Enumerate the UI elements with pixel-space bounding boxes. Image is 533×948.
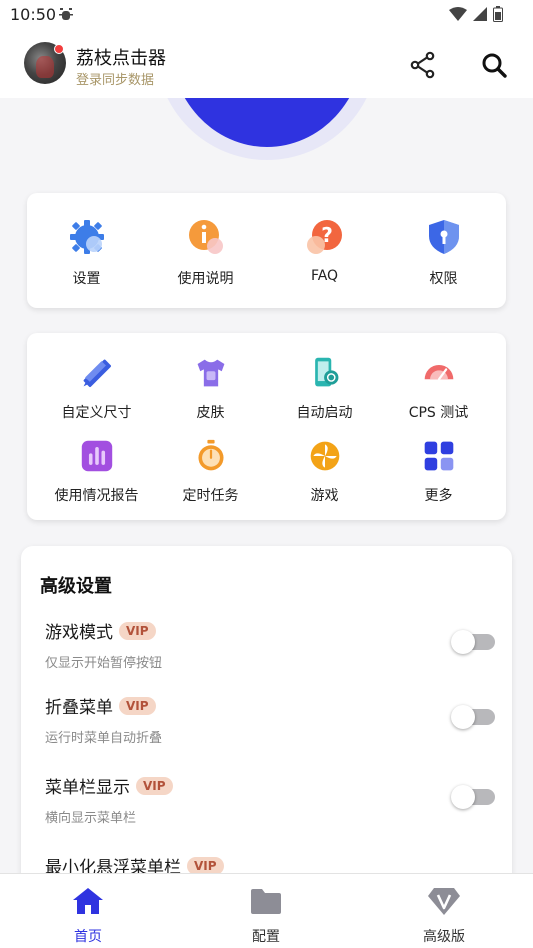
quick-faq[interactable]: ? FAQ xyxy=(265,218,384,284)
quick-instructions-label: 使用说明 xyxy=(177,271,234,287)
shield-icon xyxy=(428,220,459,254)
tools-card: 自定义尺寸 皮肤 自动启动 CPS 测试 使用情况报告 定时任务 游戏 更多 xyxy=(27,333,506,520)
question-icon: ? xyxy=(306,220,342,254)
quick-instructions[interactable]: 使用说明 xyxy=(146,218,265,288)
tool-autostart[interactable]: 自动启动 xyxy=(265,356,384,422)
setting-desc: 仅显示开始暂停按钮 xyxy=(45,656,163,671)
vip-badge: VIP xyxy=(119,621,156,640)
quick-settings[interactable]: 设置 xyxy=(27,218,146,288)
app-title: 荔枝点击器 xyxy=(76,48,166,69)
status-time: 10:50 xyxy=(10,5,57,24)
app-header: 荔枝点击器 登录同步数据 xyxy=(0,30,533,98)
tool-cps-test[interactable]: CPS 测试 xyxy=(379,356,498,422)
setting-fold-menu: 折叠菜单 VIP 运行时菜单自动折叠 xyxy=(45,693,495,753)
tshirt-icon xyxy=(197,359,224,387)
phone-autostart-icon xyxy=(314,357,338,387)
tool-timed-task[interactable]: 定时任务 xyxy=(151,439,270,505)
battery-icon xyxy=(493,6,503,22)
vip-badge: VIP xyxy=(119,696,156,715)
wifi-icon xyxy=(449,7,467,21)
nav-config[interactable]: 配置 xyxy=(216,886,316,946)
signal-icon xyxy=(473,7,487,21)
status-bar: 10:50 xyxy=(0,0,533,30)
setting-desc: 横向显示菜单栏 xyxy=(45,811,137,826)
vip-badge: VIP xyxy=(187,856,224,875)
notification-bug-icon xyxy=(59,8,73,20)
gear-icon xyxy=(69,220,104,254)
login-sync-link[interactable]: 登录同步数据 xyxy=(76,69,154,88)
pinwheel-icon xyxy=(310,441,339,471)
share-icon[interactable] xyxy=(408,50,438,80)
nav-premium[interactable]: 高级版 xyxy=(394,886,494,946)
advanced-settings-card: 高级设置 游戏模式 VIP 仅显示开始暂停按钮 折叠菜单 VIP 运行时菜单自动折叠… xyxy=(21,546,512,886)
tool-autostart-label: 自动启动 xyxy=(296,405,353,421)
tool-more[interactable]: 更多 xyxy=(379,439,498,505)
setting-name: 游戏模式 xyxy=(45,623,113,643)
ruler-pencil-icon xyxy=(83,359,111,387)
tool-custom-size-label: 自定义尺寸 xyxy=(61,405,132,421)
vip-badge: VIP xyxy=(136,776,173,795)
info-icon xyxy=(188,220,223,254)
tool-skin-label: 皮肤 xyxy=(196,405,225,421)
toggle-knob xyxy=(451,630,475,654)
diamond-v-icon xyxy=(428,888,460,915)
home-icon xyxy=(73,888,103,914)
tool-cps-test-label: CPS 测试 xyxy=(408,405,469,421)
game-mode-toggle[interactable] xyxy=(451,630,495,654)
search-icon[interactable] xyxy=(479,50,509,80)
setting-game-mode: 游戏模式 VIP 仅显示开始暂停按钮 xyxy=(45,618,495,678)
advanced-settings-title: 高级设置 xyxy=(40,576,112,597)
tool-game-label: 游戏 xyxy=(310,488,339,504)
tool-game[interactable]: 游戏 xyxy=(265,439,384,505)
tool-custom-size[interactable]: 自定义尺寸 xyxy=(37,356,156,422)
nav-config-label: 配置 xyxy=(252,929,280,945)
tool-more-label: 更多 xyxy=(424,488,453,504)
setting-menu-bar-display: 菜单栏显示 VIP 横向显示菜单栏 xyxy=(45,773,495,833)
stopwatch-icon xyxy=(197,439,224,471)
start-button-area xyxy=(0,98,533,178)
tool-usage-report-label: 使用情况报告 xyxy=(54,488,139,504)
quick-permissions-label: 权限 xyxy=(429,271,458,287)
grid-more-icon xyxy=(424,441,453,471)
quick-permissions[interactable]: 权限 xyxy=(384,218,503,288)
tool-skin[interactable]: 皮肤 xyxy=(151,356,270,422)
quick-settings-label: 设置 xyxy=(72,271,101,287)
folder-icon xyxy=(251,889,281,914)
nav-home-label: 首页 xyxy=(74,929,102,945)
nav-premium-label: 高级版 xyxy=(423,929,465,945)
setting-name: 折叠菜单 xyxy=(45,698,113,718)
nav-home[interactable]: 首页 xyxy=(38,886,138,946)
toggle-knob xyxy=(451,705,475,729)
setting-desc: 运行时菜单自动折叠 xyxy=(45,731,163,746)
toggle-knob xyxy=(451,785,475,809)
menu-bar-display-toggle[interactable] xyxy=(451,785,495,809)
setting-name: 菜单栏显示 xyxy=(45,778,130,798)
tool-usage-report[interactable]: 使用情况报告 xyxy=(37,439,156,505)
bottom-navigation: 首页 配置 高级版 xyxy=(0,873,533,948)
notification-dot xyxy=(54,44,64,54)
tool-timed-task-label: 定时任务 xyxy=(182,488,239,504)
quick-faq-label: FAQ xyxy=(310,268,339,284)
quick-actions-card: 设置 使用说明 ? FAQ 权限 xyxy=(27,193,506,308)
bar-chart-icon xyxy=(81,440,112,472)
speedometer-icon xyxy=(424,364,453,381)
fold-menu-toggle[interactable] xyxy=(451,705,495,729)
